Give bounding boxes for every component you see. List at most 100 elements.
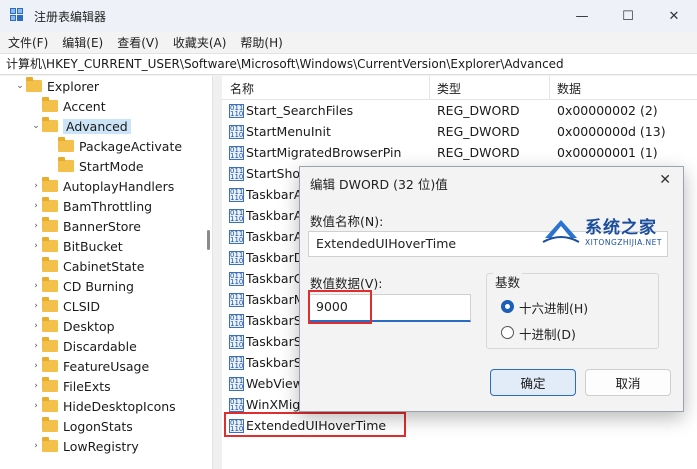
folder-icon [58,157,74,172]
tree-item-lowregistry[interactable]: › LowRegistry [30,436,139,456]
chevron-right-icon[interactable]: › [30,181,42,191]
folder-icon [42,217,58,232]
dialog-close-icon[interactable]: ✕ [659,172,671,188]
tree-item-autoplayhandlers[interactable]: › AutoplayHandlers [30,176,174,196]
pane-splitter[interactable] [212,76,222,469]
folder-icon [42,317,58,332]
watermark-subtitle: XITONGZHIJIA.NET [585,238,662,247]
dword-value-icon: 011 110 [229,251,244,265]
dword-value-icon: 011 110 [229,146,244,160]
chevron-right-icon[interactable]: › [30,281,42,291]
tree-item-startmode[interactable]: StartMode [46,156,144,176]
menu-file[interactable]: 文件(F) [8,34,48,51]
close-button[interactable]: ✕ [651,0,697,32]
menu-view[interactable]: 查看(V) [117,34,159,51]
key-tree: ⌄ Explorer Accent ⌄ Advanced PackageActi… [0,76,212,469]
tree-item-hidedesktopicons[interactable]: › HideDesktopIcons [30,396,176,416]
watermark-logo-icon [541,212,581,248]
tree-item-fileexts[interactable]: › FileExts [30,376,111,396]
chevron-right-icon[interactable]: › [30,301,42,311]
tree-item-explorer[interactable]: ⌄ Explorer [14,76,99,96]
table-row[interactable]: 011 110 StartMigratedBrowserPin REG_DWORD… [222,143,697,164]
tree-item-bitbucket[interactable]: › BitBucket [30,236,123,256]
chevron-right-icon[interactable]: › [30,241,42,251]
edit-dword-dialog: 编辑 DWORD (32 位)值 ✕ 数值名称(N): ExtendedUIHo… [299,166,684,412]
dword-value-icon: 011 110 [229,314,244,328]
folder-icon [58,137,74,152]
tree-item-advanced[interactable]: ⌄ Advanced [30,116,131,136]
tree-item-bannerstore[interactable]: › BannerStore [30,216,141,236]
tree-item-cabinetstate[interactable]: CabinetState [30,256,144,276]
dword-value-icon: 011 110 [229,125,244,139]
radio-hex-label[interactable]: 十六进制(H) [519,298,588,317]
dword-value-icon: 011 110 [229,293,244,307]
tree-item-logonstats[interactable]: LogonStats [30,416,133,436]
dword-value-icon: 011 110 [229,356,244,370]
dialog-title: 编辑 DWORD (32 位)值 [310,177,448,192]
value-name-label: 数值名称(N): [310,214,384,229]
radio-dec[interactable] [501,326,514,339]
title-bar: 注册表编辑器 — ☐ ✕ [0,0,697,32]
tree-item-desktop[interactable]: › Desktop [30,316,115,336]
chevron-down-icon[interactable]: ⌄ [14,81,26,91]
minimize-button[interactable]: — [559,0,605,32]
tree-item-packageactivate[interactable]: PackageActivate [46,136,182,156]
tree-item-bamthrottling[interactable]: › BamThrottling [30,196,152,216]
radio-hex[interactable] [501,300,514,313]
chevron-right-icon[interactable]: › [30,321,42,331]
chevron-right-icon[interactable]: › [30,401,42,411]
folder-icon [42,337,58,352]
dword-value-icon: 011 110 [229,209,244,223]
regedit-app-icon [10,8,26,24]
dword-value-icon: 011 110 [229,104,244,118]
base-label: 基数 [493,272,523,291]
tree-item-clsid[interactable]: › CLSID [30,296,100,316]
folder-icon [42,257,58,272]
ok-button[interactable]: 确定 [490,369,576,396]
base-group: 基数 十六进制(H) 十进制(D) [486,272,659,349]
folder-icon [42,277,58,292]
chevron-down-icon[interactable]: ⌄ [30,121,42,131]
chevron-right-icon[interactable]: › [30,441,42,451]
column-name[interactable]: 名称 [230,80,254,97]
folder-icon [42,377,58,392]
table-row[interactable]: 011 110 StartMenuInit REG_DWORD 0x0000000… [222,122,697,143]
address-bar[interactable]: 计算机\HKEY_CURRENT_USER\Software\Microsoft… [0,53,697,75]
list-header: 名称 类型 数据 [222,76,697,100]
highlight-box-value [224,412,406,437]
column-data[interactable]: 数据 [557,80,581,97]
tree-item-discardable[interactable]: › Discardable [30,336,137,356]
table-row[interactable]: 011 110 Start_SearchFiles REG_DWORD 0x000… [222,101,697,122]
folder-icon [42,357,58,372]
folder-icon [42,117,58,132]
chevron-right-icon[interactable]: › [30,341,42,351]
chevron-right-icon[interactable]: › [30,221,42,231]
folder-icon [42,237,58,252]
folder-icon [42,177,58,192]
tree-scrollbar[interactable] [207,230,210,250]
chevron-right-icon[interactable]: › [30,201,42,211]
cancel-button[interactable]: 取消 [585,369,671,396]
folder-icon [26,77,42,92]
column-type[interactable]: 类型 [437,80,461,97]
window-title: 注册表编辑器 [34,9,107,24]
tree-item-accent[interactable]: Accent [30,96,106,116]
menu-edit[interactable]: 编辑(E) [62,34,103,51]
dword-value-icon: 011 110 [229,272,244,286]
menu-help[interactable]: 帮助(H) [240,34,282,51]
folder-icon [42,297,58,312]
maximize-button[interactable]: ☐ [605,0,651,32]
tree-item-cd-burning[interactable]: › CD Burning [30,276,134,296]
folder-icon [42,417,58,432]
highlight-box-data [308,290,372,324]
dword-value-icon: 011 110 [229,335,244,349]
folder-icon [42,437,58,452]
chevron-right-icon[interactable]: › [30,361,42,371]
watermark-title: 系统之家 [585,218,657,238]
chevron-right-icon[interactable]: › [30,381,42,391]
tree-item-featureusage[interactable]: › FeatureUsage [30,356,149,376]
dword-value-icon: 011 110 [229,167,244,181]
radio-dec-label[interactable]: 十进制(D) [519,324,576,343]
menu-favorites[interactable]: 收藏夹(A) [173,34,227,51]
folder-icon [42,97,58,112]
